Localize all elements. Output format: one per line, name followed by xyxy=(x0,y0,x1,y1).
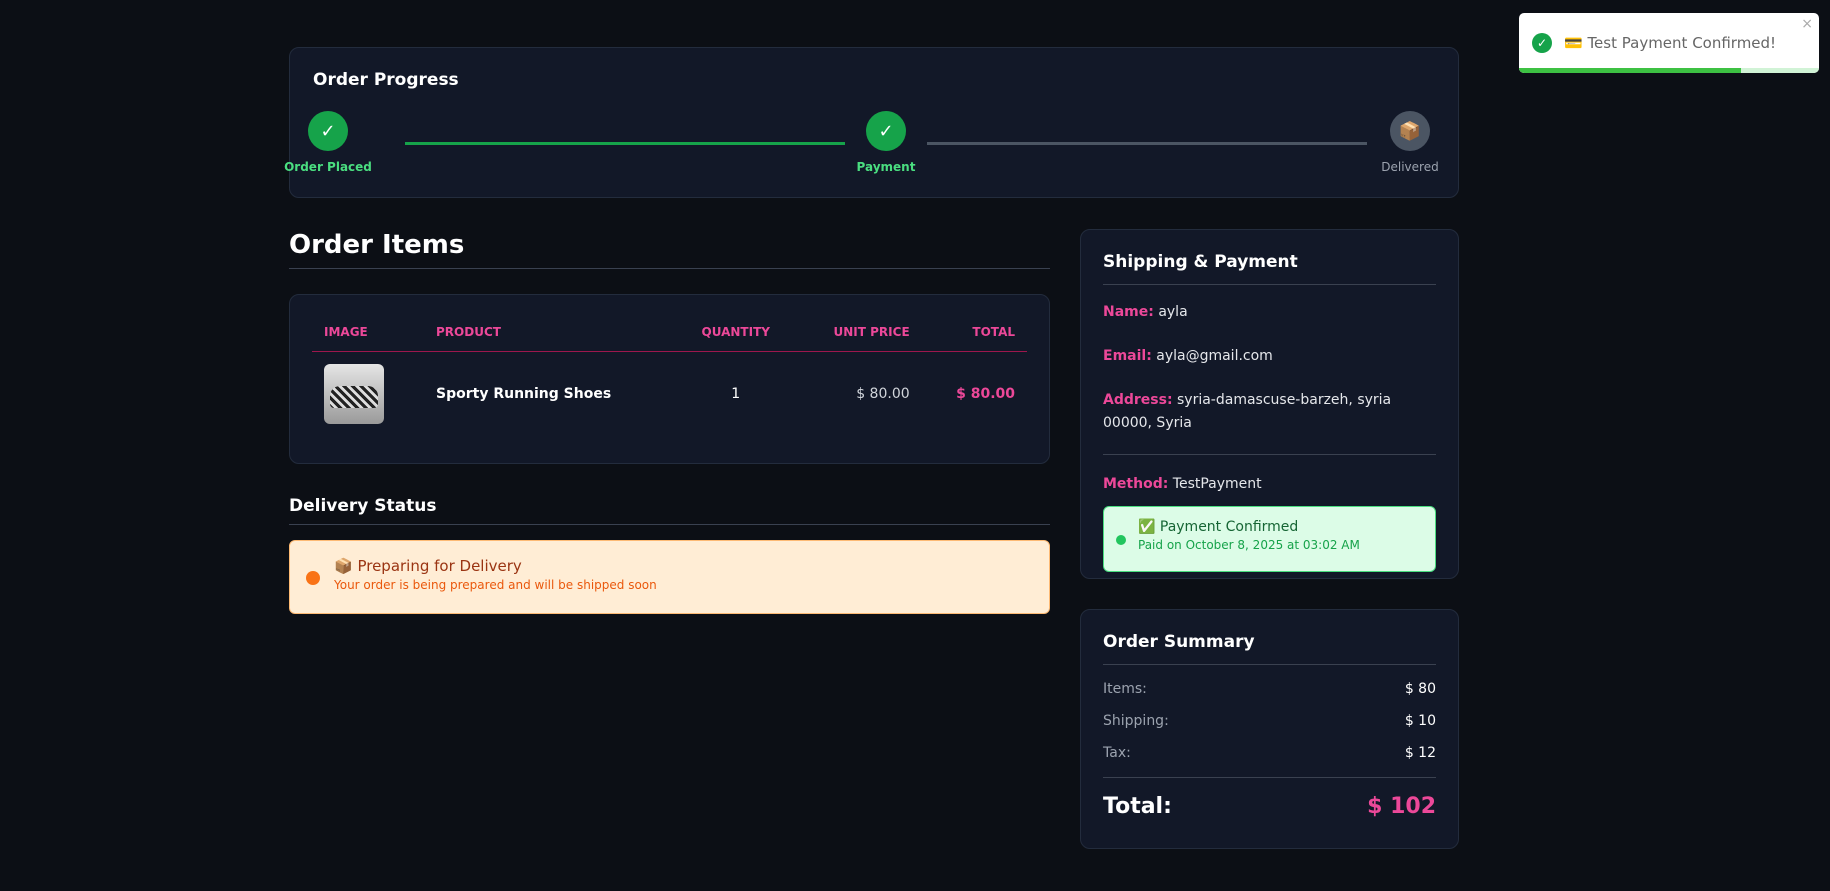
items-label: Items: xyxy=(1103,681,1147,697)
payment-status-text: ✅ Payment Confirmed xyxy=(1138,519,1299,535)
summary-total: Total: $ 102 xyxy=(1103,777,1436,819)
quantity: 1 xyxy=(731,386,741,402)
summary-shipping: Shipping: $ 10 xyxy=(1103,713,1436,729)
check-icon: ✓ xyxy=(308,111,348,151)
items-value: $ 80 xyxy=(1404,681,1436,697)
col-image: IMAGE xyxy=(312,313,424,352)
name-value: ayla xyxy=(1158,304,1188,320)
order-progress-card: Order Progress ✓ Order Placed ✓ Payment 📦 D… xyxy=(284,47,1460,198)
progress-line-pending xyxy=(927,142,1367,145)
shipping-payment-card: Shipping & Payment Name: ayla Email: ayl… xyxy=(1080,229,1459,579)
order-items-title: Order Items xyxy=(289,230,1050,269)
tax-label: Tax: xyxy=(1103,745,1131,761)
shipping-title: Shipping & Payment xyxy=(1103,252,1436,285)
step-order-placed: ✓ Order Placed xyxy=(278,111,378,174)
summary-tax: Tax: $ 12 xyxy=(1103,745,1436,761)
col-quantity: QUANTITY xyxy=(677,313,795,352)
email-label: Email: xyxy=(1103,348,1152,364)
total-value: $ 102 xyxy=(1367,794,1436,819)
method-value: TestPayment xyxy=(1172,476,1262,492)
shipping-value: $ 10 xyxy=(1404,713,1436,729)
toast-notification[interactable]: ✓ 💳 Test Payment Confirmed! × xyxy=(1519,13,1819,73)
shipping-label: Shipping: xyxy=(1103,713,1169,729)
toast-message: 💳 Test Payment Confirmed! xyxy=(1564,34,1777,52)
check-icon: ✓ xyxy=(866,111,906,151)
check-circle-icon: ✓ xyxy=(1532,33,1552,53)
summary-title: Order Summary xyxy=(1103,632,1436,665)
summary-items: Items: $ 80 xyxy=(1103,681,1436,697)
row-total: $ 80.00 xyxy=(956,386,1015,402)
delivery-status-title: Delivery Status xyxy=(289,496,1050,525)
close-icon[interactable]: × xyxy=(1801,16,1813,32)
payment-status-box: ✅ Payment Confirmed Paid on October 8, 2… xyxy=(1103,506,1436,572)
progress-line-complete xyxy=(405,142,845,145)
step-label: Delivered xyxy=(1381,160,1439,174)
step-label: Order Placed xyxy=(284,160,372,174)
delivery-status-text: 📦 Preparing for Delivery xyxy=(334,557,522,575)
name-field: Name: ayla xyxy=(1103,301,1436,324)
col-unit-price: UNIT PRICE xyxy=(794,313,922,352)
step-label: Payment xyxy=(856,160,916,174)
toast-progress-bar xyxy=(1519,68,1819,73)
unit-price: $ 80.00 xyxy=(856,386,910,402)
tax-value: $ 12 xyxy=(1404,745,1436,761)
order-progress-title: Order Progress xyxy=(313,70,459,90)
col-product: PRODUCT xyxy=(424,313,678,352)
status-dot-icon xyxy=(1116,535,1126,545)
step-payment: ✓ Payment xyxy=(836,111,936,174)
order-summary-card: Order Summary Items: $ 80 Shipping: $ 10 T… xyxy=(1080,609,1459,849)
product-name[interactable]: Sporty Running Shoes xyxy=(424,352,677,437)
delivery-status-detail: Your order is being prepared and will be… xyxy=(334,578,657,592)
paid-on-text: Paid on October 8, 2025 at 03:02 AM xyxy=(1138,538,1360,552)
status-dot-icon xyxy=(306,571,320,585)
col-total: TOTAL xyxy=(921,313,1027,352)
order-items-card: IMAGE PRODUCT QUANTITY UNIT PRICE TOTAL Spor… xyxy=(289,294,1050,464)
address-label: Address: xyxy=(1103,392,1173,408)
order-items-table: IMAGE PRODUCT QUANTITY UNIT PRICE TOTAL Spor… xyxy=(312,313,1027,436)
product-image[interactable] xyxy=(324,364,384,424)
address-field: Address: syria-damascuse-barzeh, syria 0… xyxy=(1103,389,1436,435)
delivery-status-box: 📦 Preparing for Delivery Your order is b… xyxy=(289,540,1050,614)
package-icon: 📦 xyxy=(1390,111,1430,151)
table-row: Sporty Running Shoes 1 $ 80.00 $ 80.00 xyxy=(312,352,1027,437)
name-label: Name: xyxy=(1103,304,1154,320)
method-label: Method: xyxy=(1103,476,1169,492)
email-value: ayla@gmail.com xyxy=(1156,348,1273,364)
step-delivered: 📦 Delivered xyxy=(1360,111,1460,174)
toast-progress-fill xyxy=(1519,68,1741,73)
email-field: Email: ayla@gmail.com xyxy=(1103,345,1436,368)
method-field: Method: TestPayment xyxy=(1103,473,1436,496)
total-label: Total: xyxy=(1103,794,1172,819)
divider xyxy=(1103,454,1436,455)
